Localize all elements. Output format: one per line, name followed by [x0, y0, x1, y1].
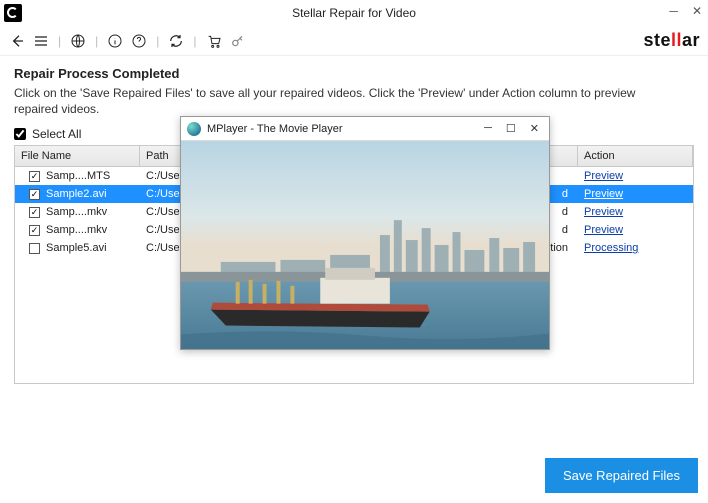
select-all-label: Select All [32, 127, 81, 141]
row-checkbox[interactable] [29, 243, 40, 254]
cart-icon[interactable] [205, 32, 223, 50]
player-minimize-icon[interactable]: ─ [484, 122, 492, 135]
page-subtext: Click on the 'Save Repaired Files' to sa… [14, 85, 674, 117]
action-link[interactable]: Preview [578, 186, 693, 202]
media-player-window[interactable]: MPlayer - The Movie Player ─ ☐ ✕ [180, 116, 550, 350]
minimize-icon[interactable]: ─ [669, 4, 678, 18]
player-video-area [181, 141, 549, 349]
info-icon[interactable] [106, 32, 124, 50]
file-name: Sample5.avi [46, 242, 107, 254]
player-title: MPlayer - The Movie Player [207, 123, 478, 135]
window-title: Stellar Repair for Video [292, 6, 416, 20]
file-name: Samp....MTS [46, 170, 110, 182]
player-maximize-icon[interactable]: ☐ [506, 122, 516, 135]
select-all-checkbox[interactable] [14, 128, 26, 140]
key-icon[interactable] [229, 32, 247, 50]
action-link[interactable]: Processing [578, 240, 693, 256]
refresh-icon[interactable] [167, 32, 185, 50]
player-close-icon[interactable]: ✕ [530, 122, 539, 135]
row-checkbox[interactable] [29, 207, 40, 218]
file-name: Samp....mkv [46, 206, 107, 218]
globe-icon[interactable] [69, 32, 87, 50]
action-link[interactable]: Preview [578, 222, 693, 238]
row-checkbox[interactable] [29, 171, 40, 182]
save-repaired-files-button[interactable]: Save Repaired Files [545, 458, 698, 493]
page-heading: Repair Process Completed [14, 66, 694, 81]
row-checkbox[interactable] [29, 189, 40, 200]
col-header-file[interactable]: File Name [15, 146, 140, 166]
brand-logo: stellar [643, 30, 700, 51]
col-header-action[interactable]: Action [578, 146, 693, 166]
action-link[interactable]: Preview [578, 168, 693, 184]
app-icon [4, 4, 22, 22]
action-link[interactable]: Preview [578, 204, 693, 220]
back-button[interactable] [8, 32, 26, 50]
help-icon[interactable] [130, 32, 148, 50]
file-name: Samp....mkv [46, 224, 107, 236]
close-icon[interactable]: ✕ [692, 4, 702, 18]
file-name: Sample2.avi [46, 188, 107, 200]
row-checkbox[interactable] [29, 225, 40, 236]
menu-icon[interactable] [32, 32, 50, 50]
mplayer-icon [187, 122, 201, 136]
